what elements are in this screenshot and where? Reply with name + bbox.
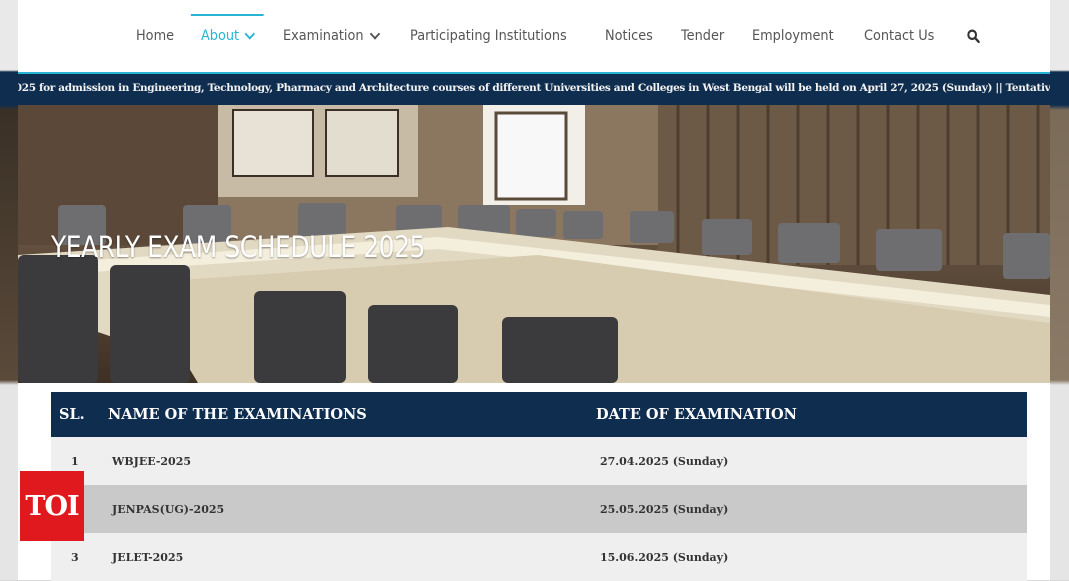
nav-item-label: Contact Us (864, 28, 935, 44)
exam-schedule-table: SL. NAME OF THE EXAMINATIONS DATE OF EXA… (51, 392, 1027, 581)
nav-item-label: Home (136, 28, 175, 44)
column-header-sl: SL. (59, 406, 85, 423)
cell-exam-date: 25.05.2025 (Sunday) (600, 502, 729, 516)
table-row: 1 WBJEE-2025 27.04.2025 (Sunday) (51, 437, 1027, 485)
nav-item-label: Participating Institutions (410, 28, 567, 44)
nav-menu: Home About Examination Participating Ins… (136, 0, 1005, 72)
cell-exam-name: JENPAS(UG)-2025 (112, 502, 225, 516)
nav-item-label: About (201, 28, 240, 44)
table-row: 2 JENPAS(UG)-2025 25.05.2025 (Sunday) (51, 485, 1027, 533)
hero-banner: YEARLY EXAM SCHEDULE 2025 (18, 105, 1050, 383)
nav-item-home[interactable]: Home (136, 0, 174, 72)
cell-sl: 3 (71, 550, 79, 564)
toi-logo-badge: TOI (20, 471, 84, 541)
column-header-date: DATE OF EXAMINATION (596, 406, 797, 423)
nav-item-about[interactable]: About (191, 0, 265, 72)
nav-item-label: Tender (680, 28, 724, 44)
nav-item-contact-us[interactable]: Contact Us (864, 0, 934, 72)
nav-item-tender[interactable]: Tender (681, 0, 724, 72)
nav-item-notices[interactable]: Notices (605, 0, 653, 72)
nav-item-participating-institutions[interactable]: Participating Institutions (410, 0, 567, 72)
nav-item-label: Employment (751, 28, 834, 44)
nav-item-label: Notices (604, 28, 653, 44)
cell-exam-name: JELET-2025 (112, 550, 184, 564)
ticker-text: E-2025 for admission in Engineering, Tec… (18, 82, 1050, 94)
chevron-down-icon (369, 28, 380, 40)
left-edge-strip (0, 0, 18, 580)
cell-exam-date: 15.06.2025 (Sunday) (600, 550, 729, 564)
column-header-name: NAME OF THE EXAMINATIONS (108, 406, 367, 423)
page-title: YEARLY EXAM SCHEDULE 2025 (51, 230, 426, 264)
chevron-down-icon (245, 28, 256, 40)
nav-item-label: Examination (282, 28, 364, 44)
search-icon (967, 29, 980, 43)
search-button[interactable] (965, 0, 980, 72)
nav-item-employment[interactable]: Employment (752, 0, 834, 72)
top-navigation: Home About Examination Participating Ins… (18, 0, 1050, 72)
cell-exam-name: WBJEE-2025 (112, 454, 192, 468)
table-row: 3 JELET-2025 15.06.2025 (Sunday) (51, 533, 1027, 581)
cell-exam-date: 27.04.2025 (Sunday) (600, 454, 729, 468)
news-ticker[interactable]: E-2025 for admission in Engineering, Tec… (18, 72, 1050, 105)
page: Home About Examination Participating Ins… (18, 0, 1050, 581)
cell-sl: 1 (71, 454, 79, 468)
table-header: SL. NAME OF THE EXAMINATIONS DATE OF EXA… (51, 392, 1027, 437)
nav-item-examination[interactable]: Examination (282, 0, 380, 72)
right-edge-strip (1050, 0, 1069, 580)
